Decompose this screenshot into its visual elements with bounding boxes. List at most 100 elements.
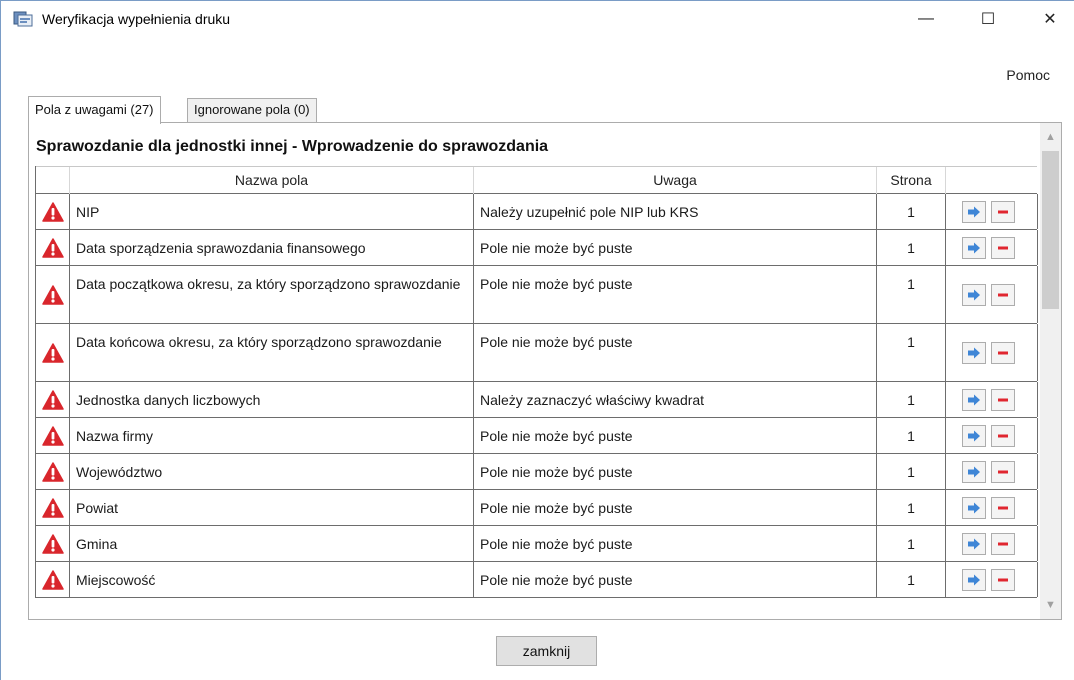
arrow-right-icon — [968, 347, 980, 359]
ignore-field-button[interactable] — [991, 389, 1015, 411]
help-menu[interactable]: Pomoc — [1006, 67, 1050, 83]
page-cell: 1 — [877, 454, 946, 489]
go-to-field-button[interactable] — [962, 461, 986, 483]
close-window-button[interactable]: ✕ — [1027, 1, 1073, 37]
go-to-field-button[interactable] — [962, 533, 986, 555]
header-field-name: Nazwa pola — [70, 167, 474, 194]
actions-cell — [946, 382, 1038, 417]
warning-icon — [42, 534, 64, 554]
field-name-cell: Miejscowość — [70, 562, 474, 597]
page-cell: 1 — [877, 382, 946, 417]
arrow-right-icon — [968, 574, 980, 586]
note-cell: Należy uzupełnić pole NIP lub KRS — [474, 194, 877, 229]
table-row[interactable]: Data końcowa okresu, za który sporządzon… — [36, 324, 1038, 382]
page-cell: 1 — [877, 562, 946, 597]
ignore-field-button[interactable] — [991, 425, 1015, 447]
ignore-field-button[interactable] — [991, 569, 1015, 591]
header-icon-column — [36, 167, 70, 194]
go-to-field-button[interactable] — [962, 284, 986, 306]
note-cell: Pole nie może być puste — [474, 562, 877, 597]
table-row[interactable]: Data początkowa okresu, za który sporząd… — [36, 266, 1038, 324]
minus-icon — [998, 293, 1008, 297]
section-title: Sprawozdanie dla jednostki innej - Wprow… — [36, 138, 549, 155]
go-to-field-button[interactable] — [962, 569, 986, 591]
note-cell: Pole nie może być puste — [474, 454, 877, 489]
note-cell: Pole nie może być puste — [474, 324, 877, 381]
field-name-cell: NIP — [70, 194, 474, 229]
minus-icon — [998, 542, 1008, 546]
row-status-cell — [36, 324, 70, 381]
scroll-down-icon[interactable]: ▼ — [1040, 593, 1061, 617]
page-cell: 1 — [877, 490, 946, 525]
scroll-up-icon[interactable]: ▲ — [1040, 125, 1061, 149]
arrow-right-icon — [968, 394, 980, 406]
field-name-cell: Nazwa firmy — [70, 418, 474, 453]
ignore-field-button[interactable] — [991, 201, 1015, 223]
row-status-cell — [36, 418, 70, 453]
tab-ignored-fields[interactable]: Ignorowane pola (0) — [187, 98, 317, 123]
arrow-right-icon — [968, 430, 980, 442]
row-status-cell — [36, 562, 70, 597]
page-cell: 1 — [877, 324, 946, 381]
ignore-field-button[interactable] — [991, 284, 1015, 306]
ignore-field-button[interactable] — [991, 461, 1015, 483]
go-to-field-button[interactable] — [962, 237, 986, 259]
header-page: Strona — [877, 167, 946, 194]
warning-icon — [42, 462, 64, 482]
field-name-cell: Jednostka danych liczbowych — [70, 382, 474, 417]
warning-icon — [42, 498, 64, 518]
go-to-field-button[interactable] — [962, 342, 986, 364]
page-cell: 1 — [877, 266, 946, 323]
vertical-scrollbar[interactable]: ▲ ▼ — [1040, 123, 1061, 619]
close-button[interactable]: zamknij — [496, 636, 597, 666]
note-cell: Należy zaznaczyć właściwy kwadrat — [474, 382, 877, 417]
warning-icon — [42, 426, 64, 446]
actions-cell — [946, 490, 1038, 525]
warning-icon — [42, 570, 64, 590]
warning-icon — [42, 343, 64, 363]
ignore-field-button[interactable] — [991, 342, 1015, 364]
ignore-field-button[interactable] — [991, 237, 1015, 259]
header-actions — [946, 167, 1038, 194]
note-cell: Pole nie może być puste — [474, 230, 877, 265]
table-row[interactable]: NIP Należy uzupełnić pole NIP lub KRS 1 — [36, 194, 1038, 230]
table-row[interactable]: Jednostka danych liczbowych Należy zaznac… — [36, 382, 1038, 418]
table-row[interactable]: Województwo Pole nie może być puste 1 — [36, 454, 1038, 490]
table-row[interactable]: Nazwa firmy Pole nie może być puste 1 — [36, 418, 1038, 454]
warning-icon — [42, 285, 64, 305]
go-to-field-button[interactable] — [962, 201, 986, 223]
table-row[interactable]: Miejscowość Pole nie może być puste 1 — [36, 562, 1038, 598]
warning-icon — [42, 390, 64, 410]
page-cell: 1 — [877, 194, 946, 229]
minimize-button[interactable]: — — [903, 1, 949, 37]
ignore-field-button[interactable] — [991, 497, 1015, 519]
warning-icon — [42, 202, 64, 222]
tab-panel: Sprawozdanie dla jednostki innej - Wprow… — [28, 122, 1062, 620]
field-name-cell: Województwo — [70, 454, 474, 489]
title-bar[interactable]: Weryfikacja wypełnienia druku — ☐ ✕ — [1, 1, 1074, 37]
arrow-right-icon — [968, 466, 980, 478]
close-icon: ✕ — [1043, 11, 1057, 28]
note-cell: Pole nie może być puste — [474, 266, 877, 323]
actions-cell — [946, 324, 1038, 381]
maximize-button[interactable]: ☐ — [965, 1, 1011, 37]
tab-fields-with-notes[interactable]: Pola z uwagami (27) — [28, 96, 161, 124]
table-body: NIP Należy uzupełnić pole NIP lub KRS 1 Dat… — [36, 194, 1038, 598]
go-to-field-button[interactable] — [962, 425, 986, 447]
field-name-cell: Powiat — [70, 490, 474, 525]
actions-cell — [946, 562, 1038, 597]
scroll-thumb[interactable] — [1042, 151, 1059, 309]
maximize-icon: ☐ — [980, 11, 996, 28]
note-cell: Pole nie może być puste — [474, 526, 877, 561]
table-row[interactable]: Gmina Pole nie może być puste 1 — [36, 526, 1038, 562]
row-status-cell — [36, 194, 70, 229]
field-name-cell: Data sporządzenia sprawozdania finansowe… — [70, 230, 474, 265]
table-row[interactable]: Powiat Pole nie może być puste 1 — [36, 490, 1038, 526]
table-row[interactable]: Data sporządzenia sprawozdania finansowe… — [36, 230, 1038, 266]
go-to-field-button[interactable] — [962, 389, 986, 411]
page-cell: 1 — [877, 230, 946, 265]
ignore-field-button[interactable] — [991, 533, 1015, 555]
row-status-cell — [36, 382, 70, 417]
verification-dialog: Weryfikacja wypełnienia druku — ☐ ✕ Pomo… — [0, 0, 1074, 680]
go-to-field-button[interactable] — [962, 497, 986, 519]
